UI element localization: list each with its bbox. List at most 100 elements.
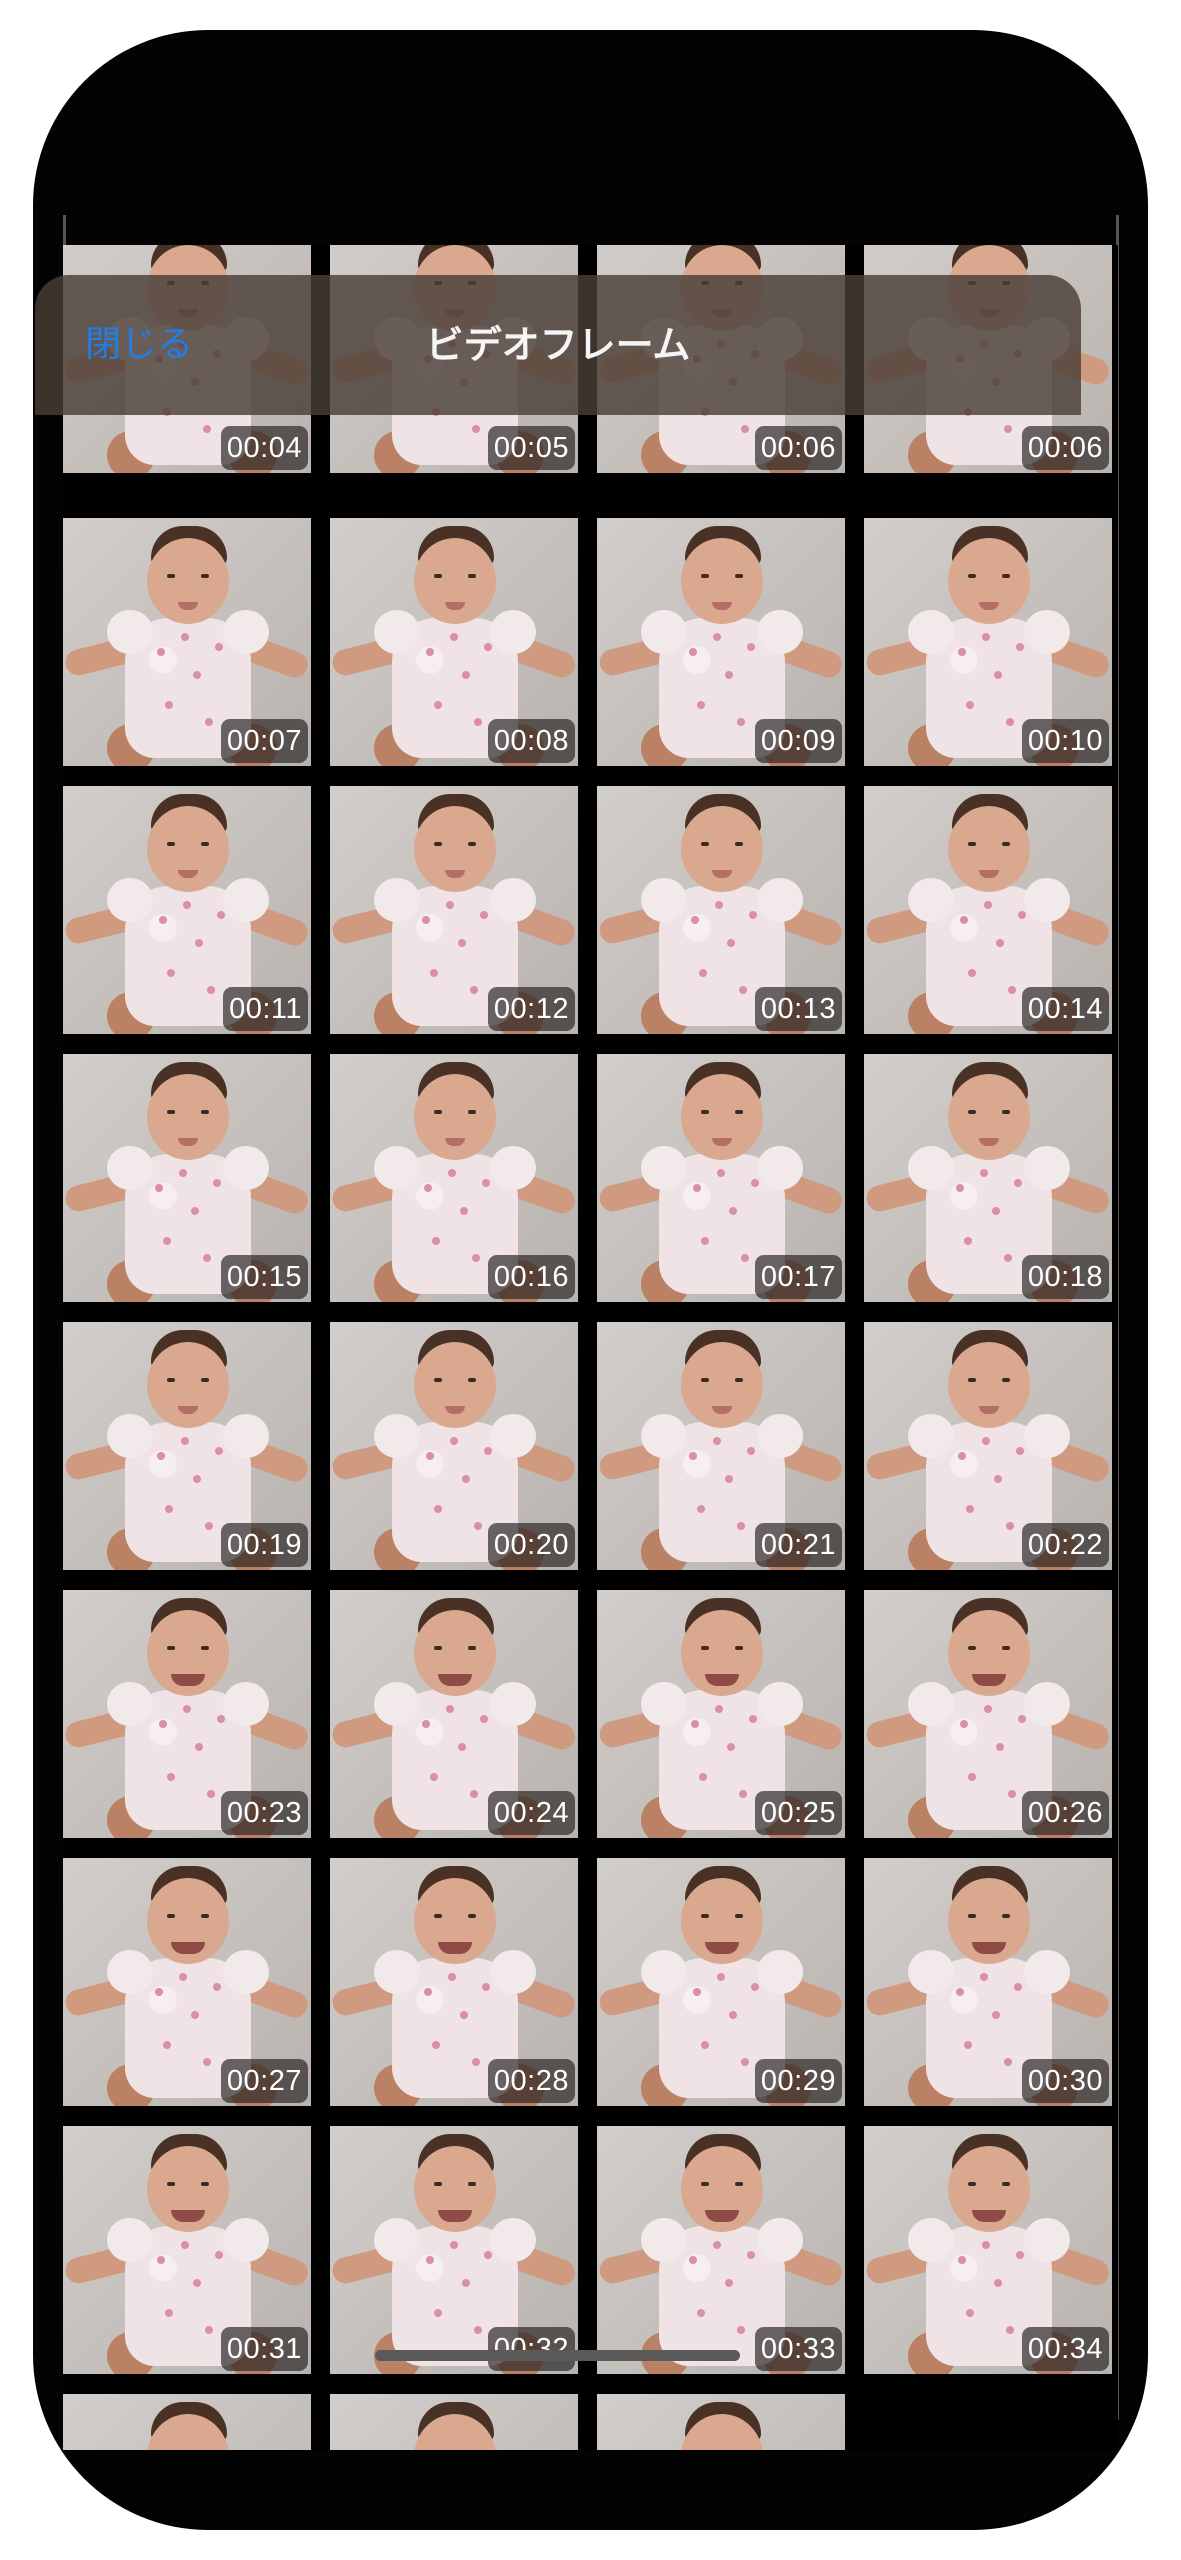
floral-pattern-dot: [207, 986, 215, 994]
video-frame-thumbnail[interactable]: 00:32: [330, 2126, 578, 2374]
video-frame-thumbnail[interactable]: [597, 2394, 845, 2450]
frame-timestamp: 00:07: [220, 719, 308, 763]
video-frame-thumbnail[interactable]: 00:21: [597, 1322, 845, 1570]
video-frame-thumbnail[interactable]: 00:14: [864, 786, 1112, 1034]
video-frame-thumbnail[interactable]: 00:19: [63, 1322, 311, 1570]
baby-face: [681, 806, 763, 892]
floral-pattern-dot: [713, 1437, 721, 1445]
floral-pattern-dot: [964, 2041, 972, 2049]
frame-timestamp: 00:05: [487, 426, 575, 470]
floral-pattern-dot: [203, 1254, 211, 1262]
video-frame-thumbnail[interactable]: 00:29: [597, 1858, 845, 2106]
frame-timestamp: 00:11: [223, 987, 308, 1031]
video-frame-thumbnail[interactable]: 00:16: [330, 1054, 578, 1302]
video-frame-thumbnail[interactable]: 00:26: [864, 1590, 1112, 1838]
baby-face: [948, 1074, 1030, 1160]
floral-pattern-dot: [424, 1184, 432, 1192]
floral-pattern-dot: [1004, 425, 1012, 433]
video-frame-thumbnail[interactable]: 00:07: [63, 518, 311, 766]
video-frame-thumbnail[interactable]: 00:18: [864, 1054, 1112, 1302]
video-frame-thumbnail[interactable]: 00:20: [330, 1322, 578, 1570]
floral-pattern-dot: [994, 671, 1002, 679]
baby-sleeve-l: [908, 1146, 954, 1190]
floral-pattern-dot: [484, 1447, 492, 1455]
video-frame-thumbnail[interactable]: 00:28: [330, 1858, 578, 2106]
floral-pattern-dot: [1006, 2326, 1014, 2334]
floral-pattern-dot: [717, 1169, 725, 1177]
floral-pattern-dot: [699, 969, 707, 977]
floral-pattern-dot: [181, 2241, 189, 2249]
floral-pattern-dot: [195, 939, 203, 947]
floral-pattern-dot: [960, 1720, 968, 1728]
floral-pattern-dot: [458, 939, 466, 947]
baby-eye: [701, 574, 709, 578]
baby-eye: [167, 574, 175, 578]
frame-timestamp: 00:15: [220, 1255, 308, 1299]
floral-pattern-dot: [205, 718, 213, 726]
floral-pattern-dot: [992, 2011, 1000, 2019]
baby-eye: [434, 1914, 442, 1918]
floral-pattern-dot: [213, 1983, 221, 1991]
floral-pattern-dot: [996, 1743, 1004, 1751]
baby-sleeve-l: [908, 1682, 954, 1726]
floral-pattern-dot: [426, 2256, 434, 2264]
video-frame-thumbnail[interactable]: 00:24: [330, 1590, 578, 1838]
floral-pattern-dot: [747, 2251, 755, 2259]
video-frame-thumbnail[interactable]: [330, 2394, 578, 2450]
video-frame-thumbnail[interactable]: 00:33: [597, 2126, 845, 2374]
baby-eye: [735, 1378, 743, 1382]
floral-pattern-dot: [713, 633, 721, 641]
floral-pattern-dot: [1016, 643, 1024, 651]
floral-pattern-dot: [1004, 1254, 1012, 1262]
floral-pattern-dot: [460, 1207, 468, 1215]
home-indicator[interactable]: [375, 2350, 740, 2361]
baby-eye: [968, 1646, 976, 1650]
floral-pattern-dot: [966, 2309, 974, 2317]
video-frame-thumbnail[interactable]: 00:08: [330, 518, 578, 766]
floral-pattern-dot: [729, 2011, 737, 2019]
floral-pattern-dot: [691, 916, 699, 924]
baby-sleeve-l: [908, 1414, 954, 1458]
baby-face: [681, 1342, 763, 1428]
floral-pattern-dot: [729, 1207, 737, 1215]
video-frame-thumbnail[interactable]: 00:12: [330, 786, 578, 1034]
baby-sleeve-l: [908, 1950, 954, 1994]
video-frame-thumbnail[interactable]: 00:34: [864, 2126, 1112, 2374]
floral-pattern-dot: [737, 1522, 745, 1530]
baby-sleeve-r: [490, 610, 536, 654]
video-frame-thumbnail[interactable]: 00:13: [597, 786, 845, 1034]
baby-eye: [968, 1110, 976, 1114]
video-frame-thumbnail[interactable]: 00:09: [597, 518, 845, 766]
baby-eye: [735, 1914, 743, 1918]
floral-pattern-dot: [462, 671, 470, 679]
frame-timestamp: 00:12: [487, 987, 575, 1031]
frame-timestamp: 00:08: [487, 719, 575, 763]
baby-sleeve-r: [223, 610, 269, 654]
video-frame-thumbnail[interactable]: 00:27: [63, 1858, 311, 2106]
video-frame-thumbnail[interactable]: 00:11: [63, 786, 311, 1034]
floral-pattern-dot: [426, 1452, 434, 1460]
floral-pattern-dot: [751, 1179, 759, 1187]
video-frame-thumbnail[interactable]: 00:31: [63, 2126, 311, 2374]
baby-eye: [434, 1110, 442, 1114]
frame-timestamp: 00:29: [754, 2059, 842, 2103]
video-frame-thumbnail[interactable]: [63, 2394, 311, 2450]
video-frame-thumbnail[interactable]: 00:10: [864, 518, 1112, 766]
floral-pattern-dot: [1016, 2251, 1024, 2259]
video-frame-thumbnail[interactable]: 00:17: [597, 1054, 845, 1302]
floral-pattern-dot: [701, 2041, 709, 2049]
baby-eye: [735, 1646, 743, 1650]
video-frame-thumbnail[interactable]: 00:30: [864, 1858, 1112, 2106]
floral-pattern-dot: [1014, 1179, 1022, 1187]
floral-pattern-dot: [462, 1475, 470, 1483]
video-frame-thumbnail[interactable]: 00:15: [63, 1054, 311, 1302]
baby-sleeve-r: [757, 1682, 803, 1726]
baby-sleeve-r: [1024, 1950, 1070, 1994]
floral-pattern-dot: [191, 1207, 199, 1215]
video-frame-thumbnail[interactable]: 00:25: [597, 1590, 845, 1838]
baby-face: [414, 1342, 496, 1428]
video-frame-thumbnail[interactable]: 00:23: [63, 1590, 311, 1838]
video-frame-thumbnail[interactable]: 00:22: [864, 1322, 1112, 1570]
floral-pattern-dot: [422, 1720, 430, 1728]
frame-timestamp: 00:20: [487, 1523, 575, 1567]
